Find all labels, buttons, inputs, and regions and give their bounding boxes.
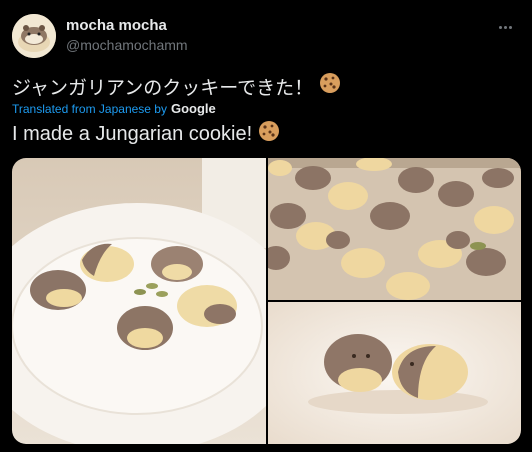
tweet: mocha mocha @mochamochamm ジャンガリアンのクッキーでき… <box>0 0 532 452</box>
media-grid <box>12 158 521 444</box>
avatar[interactable] <box>12 14 56 58</box>
photo-cookies-on-tray[interactable] <box>268 158 521 300</box>
translated-label: Translated from Japanese by <box>12 101 167 116</box>
avatar-hamster-icon <box>12 14 56 58</box>
cookie-emoji-icon <box>319 72 341 100</box>
tweet-translated-text: I made a Jungarian cookie! <box>12 120 280 148</box>
photo-cookies-closeup[interactable] <box>268 302 521 444</box>
author-name[interactable]: mocha mocha <box>66 17 167 34</box>
tweet-original-text-content: ジャンガリアンのクッキーできた！ <box>12 77 314 99</box>
more-options-icon[interactable] <box>498 16 518 29</box>
cookie-emoji-icon <box>258 120 280 148</box>
author-handle[interactable]: @mochamochamm <box>66 37 188 53</box>
tweet-original-text: ジャンガリアンのクッキーできた！ <box>12 72 341 100</box>
google-logo: Google <box>170 101 216 116</box>
translation-note[interactable]: Translated from Japanese by Google <box>12 101 216 116</box>
tweet-translated-text-content: I made a Jungarian cookie! <box>12 122 253 145</box>
photo-cookies-on-plate[interactable] <box>12 158 266 444</box>
